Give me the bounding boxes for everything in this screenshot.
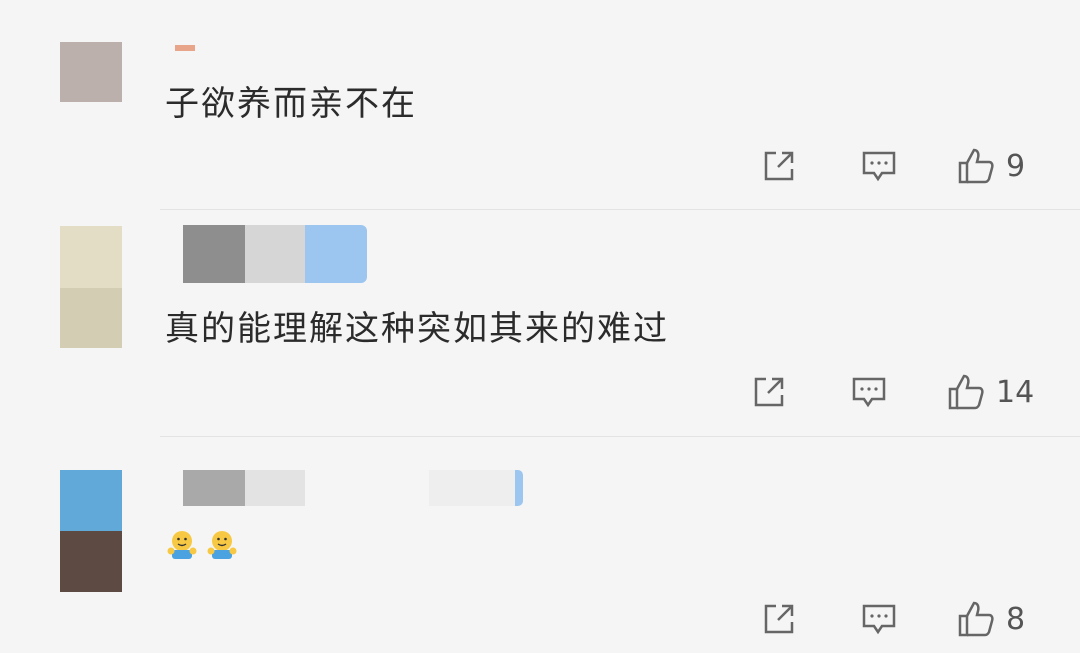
share-icon: [754, 377, 784, 407]
comment-text: 真的能理解这种突如其来的难过: [165, 309, 669, 349]
comment-item: 真的能理解这种突如其来的难过 14: [0, 211, 1080, 437]
hug-emoji-icon: [167, 531, 197, 559]
comment-item: 8: [0, 438, 1080, 653]
share-icon: [764, 151, 794, 181]
share-button[interactable]: [750, 369, 790, 415]
avatar[interactable]: [60, 226, 122, 348]
hug-emoji-icon: [207, 531, 237, 559]
avatar[interactable]: [60, 470, 122, 592]
reply-button[interactable]: [850, 369, 890, 415]
avatar[interactable]: [60, 42, 122, 102]
emoji-row: [165, 530, 239, 560]
comment-icon: [852, 377, 886, 408]
reply-button[interactable]: [860, 143, 900, 189]
thumbs-up-icon: [958, 148, 994, 184]
share-button[interactable]: [760, 596, 800, 642]
like-count: 9: [1006, 148, 1026, 184]
username-redacted[interactable]: [183, 225, 367, 283]
reply-button[interactable]: [860, 596, 900, 642]
share-icon: [764, 604, 794, 634]
divider: [160, 436, 1080, 437]
thumbs-up-icon: [958, 601, 994, 637]
like-button[interactable]: 14: [946, 369, 1056, 415]
comment-icon: [862, 604, 896, 635]
username-redacted[interactable]: [183, 470, 523, 506]
divider: [160, 209, 1080, 210]
comment-item: 子欲养而亲不在 9: [0, 0, 1080, 210]
like-button[interactable]: 9: [956, 143, 1046, 189]
share-button[interactable]: [760, 143, 800, 189]
like-count: 8: [1006, 601, 1026, 637]
comment-icon: [862, 151, 896, 182]
username-redacted[interactable]: [175, 45, 195, 51]
like-count: 14: [996, 374, 1035, 410]
comment-text: 子欲养而亲不在: [165, 84, 417, 124]
like-button[interactable]: 8: [956, 596, 1046, 642]
thumbs-up-icon: [948, 374, 984, 410]
